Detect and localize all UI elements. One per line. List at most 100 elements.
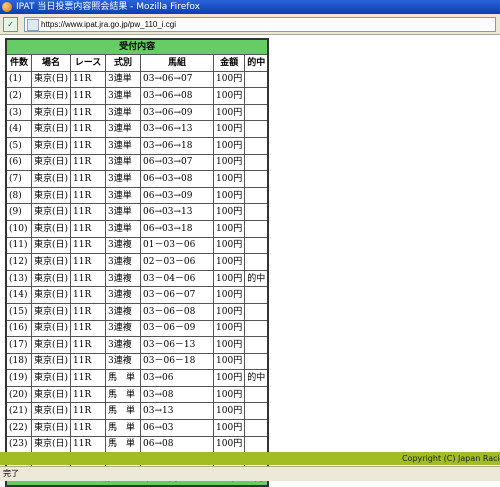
row-number: (12) (5, 253, 32, 271)
row-combo: 06→08 (140, 435, 215, 454)
row-combo: 03→06→09 (140, 103, 215, 122)
row-hit (244, 336, 269, 354)
row-place: 東京(日) (30, 419, 72, 437)
row-amount: 100円 (213, 70, 246, 89)
row-combo: 02－03－06 (140, 253, 215, 271)
row-race: 11R (70, 319, 107, 338)
page-status-icon[interactable]: ✓ (3, 17, 18, 32)
row-bet-type: 馬 単 (105, 369, 142, 387)
row-place: 東京(日) (30, 170, 72, 188)
table-row: (19) 東京(日) 11R 馬 単 03→06 100円 的中 (5, 369, 269, 387)
row-race: 11R (70, 70, 107, 89)
table-row: (11) 東京(日) 11R 3連複 01－03－06 100円 (5, 236, 269, 255)
row-amount: 100円 (213, 253, 246, 271)
row-place: 東京(日) (30, 103, 72, 122)
row-hit (244, 302, 269, 321)
window-title: IPAT 当日投票内容照会結果 - Mozilla Firefox (16, 2, 200, 12)
row-hit (244, 186, 269, 205)
row-hit (244, 385, 269, 404)
row-place: 東京(日) (30, 269, 72, 288)
url-field[interactable]: https://www.ipat.jra.go.jp/pw_110_i.cgi (24, 17, 496, 32)
row-combo: 06→03→09 (140, 186, 215, 205)
url-text[interactable]: https://www.ipat.jra.go.jp/pw_110_i.cgi (41, 18, 176, 31)
row-combo: 03→06→13 (140, 120, 215, 138)
row-hit (244, 435, 269, 454)
row-bet-type: 3連複 (105, 253, 142, 271)
row-bet-type: 3連単 (105, 203, 142, 221)
row-amount: 100円 (213, 120, 246, 138)
row-number: (11) (5, 236, 32, 255)
row-place: 東京(日) (30, 302, 72, 321)
row-combo: 03→13 (140, 402, 215, 421)
table-row: (15) 東京(日) 11R 3連複 03－06－08 100円 (5, 302, 269, 321)
row-hit (244, 170, 269, 188)
row-bet-type: 3連複 (105, 302, 142, 321)
row-hit (244, 153, 269, 172)
header-place: 場名 (30, 54, 72, 72)
row-bet-type: 3連複 (105, 269, 142, 288)
row-race: 11R (70, 253, 107, 271)
row-number: (5) (5, 136, 32, 155)
row-place: 東京(日) (30, 369, 72, 387)
table-row: (18) 東京(日) 11R 3連複 03－06－18 100円 (5, 352, 269, 371)
table-row: (14) 東京(日) 11R 3連複 03－06－07 100円 (5, 286, 269, 304)
row-combo: 03－06－08 (140, 302, 215, 321)
row-amount: 100円 (213, 369, 246, 387)
row-combo: 06→03 (140, 419, 215, 437)
row-number: (8) (5, 186, 32, 205)
row-hit (244, 419, 269, 437)
row-race: 11R (70, 120, 107, 138)
row-hit (244, 319, 269, 338)
row-number: (19) (5, 369, 32, 387)
row-place: 東京(日) (30, 153, 72, 172)
row-hit (244, 136, 269, 155)
row-bet-type: 3連単 (105, 219, 142, 238)
row-combo: 03→06 (140, 369, 215, 387)
copyright-text: Copyright (C) Japan Racin (402, 454, 500, 463)
row-number: (9) (5, 203, 32, 221)
row-combo: 03→06→07 (140, 70, 215, 89)
row-hit (244, 203, 269, 221)
row-combo: 06→03→07 (140, 153, 215, 172)
table-row: (16) 東京(日) 11R 3連複 03－06－09 100円 (5, 319, 269, 338)
row-race: 11R (70, 236, 107, 255)
row-bet-type: 馬 単 (105, 435, 142, 454)
row-hit (244, 253, 269, 271)
row-race: 11R (70, 435, 107, 454)
table-row: (13) 東京(日) 11R 3連複 03－04－06 100円 的中 (5, 269, 269, 288)
table-row: (7) 東京(日) 11R 3連単 06→03→08 100円 (5, 170, 269, 188)
row-amount: 100円 (213, 186, 246, 205)
row-hit (244, 87, 269, 105)
row-combo: 06→03→18 (140, 219, 215, 238)
row-amount: 100円 (213, 203, 246, 221)
header-race: レース (70, 54, 107, 72)
row-race: 11R (70, 269, 107, 288)
row-number: (6) (5, 153, 32, 172)
row-place: 東京(日) (30, 402, 72, 421)
site-favicon-icon (27, 19, 39, 31)
row-bet-type: 3連複 (105, 336, 142, 354)
row-place: 東京(日) (30, 435, 72, 454)
row-combo: 03→08 (140, 385, 215, 404)
status-bar: 完了 (0, 466, 500, 481)
row-amount: 100円 (213, 336, 246, 354)
row-race: 11R (70, 170, 107, 188)
row-number: (16) (5, 319, 32, 338)
firefox-icon (2, 2, 12, 12)
table-row: (20) 東京(日) 11R 馬 単 03→08 100円 (5, 385, 269, 404)
row-combo: 03－06－07 (140, 286, 215, 304)
status-text: 完了 (3, 469, 19, 478)
row-bet-type: 3連単 (105, 186, 142, 205)
row-hit (244, 236, 269, 255)
row-race: 11R (70, 369, 107, 387)
row-place: 東京(日) (30, 385, 72, 404)
row-race: 11R (70, 186, 107, 205)
table-row: (4) 東京(日) 11R 3連単 03→06→13 100円 (5, 120, 269, 138)
row-amount: 100円 (213, 402, 246, 421)
row-hit (244, 286, 269, 304)
row-race: 11R (70, 286, 107, 304)
row-hit (244, 352, 269, 371)
row-number: (10) (5, 219, 32, 238)
row-amount: 100円 (213, 136, 246, 155)
row-bet-type: 馬 単 (105, 385, 142, 404)
